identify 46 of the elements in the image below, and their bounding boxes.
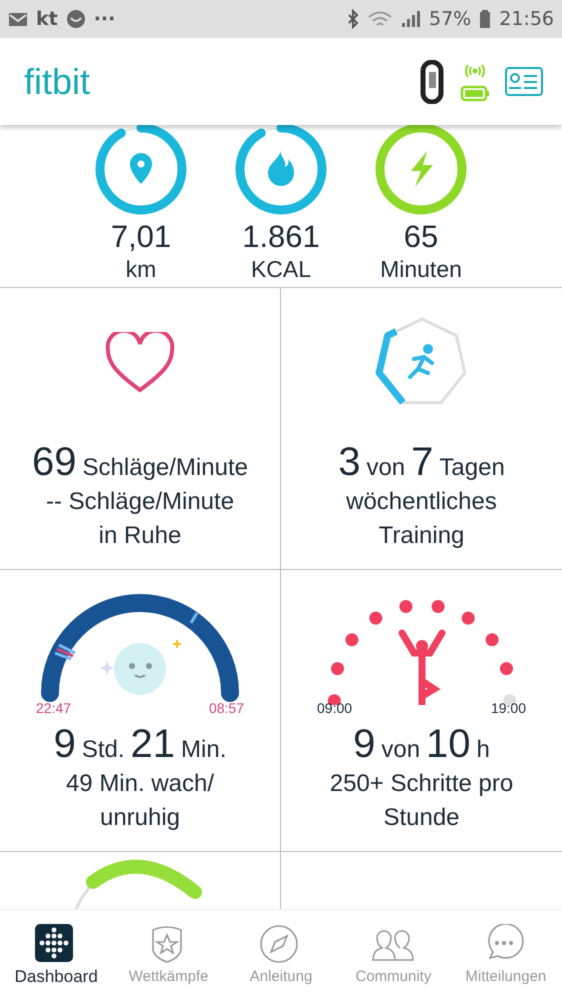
tile-caption: 49 Min. wach/	[66, 769, 214, 799]
tile-caption: Training	[378, 521, 464, 551]
battery-icon	[479, 9, 492, 29]
ring-unit: KCAL	[250, 255, 312, 283]
nav-tab[interactable]: Wettkämpfe	[112, 910, 225, 999]
tile-value: 69 Schläge/Minute	[32, 440, 248, 485]
heart-icon	[105, 332, 175, 394]
tile-caption: -- Schläge/Minute	[46, 487, 234, 517]
tile-value: 9 von 10 h	[353, 722, 490, 767]
nav-tab[interactable]: Dashboard	[0, 910, 112, 999]
bluetooth-icon	[347, 9, 359, 29]
tile-caption: in Ruhe	[98, 521, 182, 551]
ring-value: 7,01	[110, 219, 172, 255]
tile-caption: unruhig	[100, 803, 180, 833]
clock-time: 21:56	[499, 8, 554, 30]
end-time: 08:57	[208, 700, 244, 716]
tile-caption: wöchentliches	[346, 487, 497, 517]
runner-icon	[408, 344, 434, 379]
nav-tab[interactable]: Mitteilungen	[450, 910, 562, 999]
wifi-icon	[367, 10, 393, 28]
start-time: 09:00	[317, 700, 352, 716]
ring-value: 65	[404, 219, 438, 255]
tile-value: 3 von 7 Tagen	[338, 440, 505, 485]
app-logo: fitbit	[24, 60, 92, 102]
end-time: 19:00	[490, 700, 526, 716]
battery-percent: 57%	[429, 8, 472, 30]
ring-value: 1.861	[242, 219, 320, 255]
tile-caption: Stunde	[383, 803, 460, 833]
app-label: kt	[36, 8, 58, 30]
ring-unit: Minuten	[380, 255, 462, 283]
stretching-figure-icon	[398, 630, 445, 705]
mail-icon	[8, 11, 28, 27]
flame-icon	[268, 149, 294, 186]
tile-caption: 250+ Schritte pro	[330, 769, 514, 799]
ring-unit: km	[126, 255, 156, 283]
wristband-icon	[418, 60, 446, 104]
start-time: 22:47	[36, 700, 72, 716]
nav-tab[interactable]: Community	[337, 910, 450, 999]
tile-value: 9 Std.21 Min.	[54, 722, 226, 767]
more-indicator: ···	[94, 8, 116, 30]
smiley-icon	[66, 9, 86, 29]
nav-tab[interactable]: Anleitung	[224, 910, 338, 999]
signal-icon	[401, 10, 421, 28]
pin-icon	[130, 153, 152, 184]
profile-card-icon[interactable]	[504, 66, 544, 98]
bolt-icon	[411, 151, 433, 187]
